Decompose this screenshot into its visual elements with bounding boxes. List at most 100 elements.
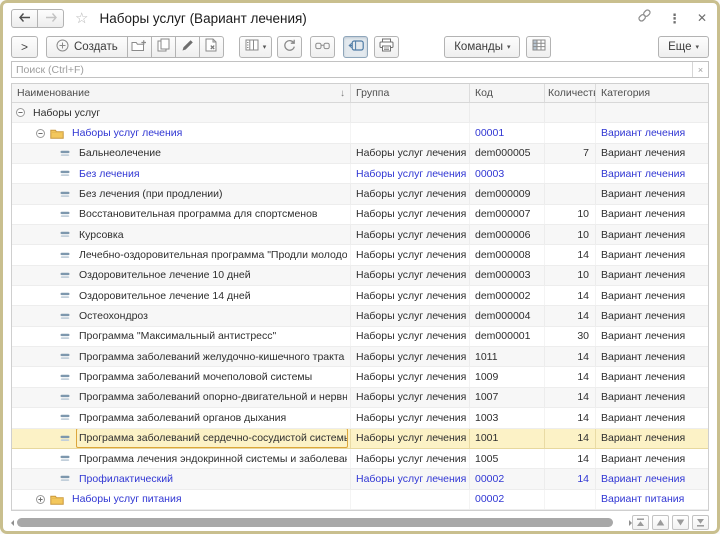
quantity-cell[interactable]: 14 <box>545 347 596 366</box>
quantity-cell[interactable]: 10 <box>545 225 596 244</box>
back-button[interactable] <box>11 9 38 28</box>
code-cell[interactable]: dem000005 <box>470 144 545 163</box>
group-cell[interactable] <box>351 490 470 509</box>
category-cell[interactable]: Вариант лечения <box>596 266 708 285</box>
table-row[interactable]: Наборы услуг лечения 00001 Вариант лечения <box>12 123 708 143</box>
table-row[interactable]: Программа заболеваний опорно-двигательно… <box>12 388 708 408</box>
table-settings-button[interactable] <box>526 36 551 58</box>
category-cell[interactable]: Вариант лечения <box>596 327 708 346</box>
category-cell[interactable]: Вариант лечения <box>596 286 708 305</box>
find-button[interactable] <box>310 36 335 58</box>
table-row[interactable]: Наборы услуг питания 00002 Вариант питания <box>12 490 708 510</box>
code-cell[interactable]: dem000003 <box>470 266 545 285</box>
category-cell[interactable]: Вариант лечения <box>596 184 708 203</box>
search-clear-button[interactable]: × <box>692 62 708 77</box>
code-cell[interactable]: dem000007 <box>470 205 545 224</box>
quantity-cell[interactable]: 14 <box>545 388 596 407</box>
quantity-cell[interactable]: 7 <box>545 144 596 163</box>
name-cell[interactable]: Программа лечения эндокринной системы и … <box>12 449 351 468</box>
category-cell[interactable]: Вариант лечения <box>596 306 708 325</box>
category-cell[interactable]: Вариант лечения <box>596 164 708 183</box>
table-row[interactable]: Программа заболеваний органов дыханияНаб… <box>12 408 708 428</box>
quantity-cell[interactable] <box>545 184 596 203</box>
category-cell[interactable]: Вариант лечения <box>596 388 708 407</box>
name-cell[interactable]: Наборы услуг лечения <box>12 123 351 142</box>
group-cell[interactable]: Наборы услуг лечения <box>351 266 470 285</box>
quantity-cell[interactable]: 14 <box>545 306 596 325</box>
scroll-down-button[interactable] <box>672 515 689 530</box>
code-cell[interactable]: dem000002 <box>470 286 545 305</box>
group-cell[interactable]: Наборы услуг лечения <box>351 367 470 386</box>
code-cell[interactable]: 00002 <box>470 469 545 488</box>
table-row[interactable]: Программа лечения эндокринной системы и … <box>12 449 708 469</box>
create-button[interactable]: Создать <box>46 36 128 58</box>
code-cell[interactable]: 1007 <box>470 388 545 407</box>
scrollbar-thumb[interactable] <box>17 518 613 527</box>
table-row[interactable]: ОстеохондрозНаборы услуг леченияdem00000… <box>12 306 708 326</box>
category-cell[interactable]: Вариант лечения <box>596 225 708 244</box>
horizontal-scrollbar[interactable] <box>17 517 626 528</box>
code-cell[interactable]: 00003 <box>470 164 545 183</box>
expand-plus-icon[interactable] <box>36 495 45 504</box>
delete-button[interactable] <box>199 36 224 58</box>
name-cell[interactable]: Лечебно-оздоровительная программа "Продл… <box>12 245 351 264</box>
goto-first-button[interactable] <box>632 515 649 530</box>
table-row[interactable]: Восстановительная программа для спортсме… <box>12 205 708 225</box>
collapse-minus-icon[interactable] <box>36 129 45 138</box>
group-cell[interactable]: Наборы услуг лечения <box>351 205 470 224</box>
table-row[interactable]: БальнеолечениеНаборы услуг леченияdem000… <box>12 144 708 164</box>
table-row[interactable]: Оздоровительное лечение 14 днейНаборы ус… <box>12 286 708 306</box>
name-cell[interactable]: Оздоровительное лечение 10 дней <box>12 266 351 285</box>
name-cell[interactable]: Наборы услуг питания <box>12 490 351 509</box>
table-row[interactable]: Без лечения (при продлении)Наборы услуг … <box>12 184 708 204</box>
category-cell[interactable]: Вариант лечения <box>596 123 708 142</box>
code-cell[interactable]: dem000009 <box>470 184 545 203</box>
name-cell[interactable]: Наборы услуг <box>12 103 351 122</box>
group-cell[interactable]: Наборы услуг лечения <box>351 429 470 448</box>
quantity-cell[interactable]: 14 <box>545 245 596 264</box>
code-cell[interactable]: 00002 <box>470 490 545 509</box>
group-cell[interactable]: Наборы услуг лечения <box>351 327 470 346</box>
quantity-cell[interactable]: 14 <box>545 449 596 468</box>
goto-last-button[interactable] <box>692 515 709 530</box>
group-cell[interactable]: Наборы услуг лечения <box>351 306 470 325</box>
edit-button[interactable] <box>175 36 200 58</box>
category-cell[interactable]: Вариант лечения <box>596 367 708 386</box>
quantity-cell[interactable]: 10 <box>545 205 596 224</box>
copy-button[interactable] <box>151 36 176 58</box>
name-cell[interactable]: Остеохондроз <box>12 306 351 325</box>
table-row[interactable]: Программа заболеваний желудочно-кишечног… <box>12 347 708 367</box>
column-header-name[interactable]: Наименование ↓ <box>12 84 351 102</box>
table-row[interactable]: Наборы услуг <box>12 103 708 123</box>
quantity-cell[interactable]: 30 <box>545 327 596 346</box>
commands-button[interactable]: Команды ▾ <box>444 36 520 58</box>
table-row[interactable]: Программа "Максимальный антистресс"Набор… <box>12 327 708 347</box>
collapse-minus-icon[interactable] <box>16 108 25 117</box>
quantity-cell[interactable] <box>545 164 596 183</box>
name-cell[interactable]: Профилактический <box>12 469 351 488</box>
code-cell[interactable]: dem000008 <box>470 245 545 264</box>
group-cell[interactable]: Наборы услуг лечения <box>351 225 470 244</box>
name-cell[interactable]: Без лечения <box>12 164 351 183</box>
group-cell[interactable] <box>351 103 470 122</box>
print-button[interactable] <box>374 36 399 58</box>
category-cell[interactable]: Вариант питания <box>596 490 708 509</box>
column-header-quantity[interactable]: Количество <box>545 84 596 102</box>
name-cell[interactable]: Без лечения (при продлении) <box>12 184 351 203</box>
column-header-code[interactable]: Код <box>470 84 545 102</box>
quantity-cell[interactable] <box>545 490 596 509</box>
quantity-cell[interactable]: 14 <box>545 286 596 305</box>
name-cell[interactable]: Программа заболеваний органов дыхания <box>12 408 351 427</box>
table-row[interactable]: Программа заболеваний сердечно-сосудисто… <box>12 429 708 449</box>
code-cell[interactable]: dem000001 <box>470 327 545 346</box>
quantity-cell[interactable]: 14 <box>545 367 596 386</box>
code-cell[interactable]: 1003 <box>470 408 545 427</box>
code-cell[interactable]: 00001 <box>470 123 545 142</box>
favorites-star-icon[interactable]: ☆ <box>75 11 88 26</box>
code-cell[interactable]: 1001 <box>470 429 545 448</box>
table-row[interactable]: Без леченияНаборы услуг лечения00003Вари… <box>12 164 708 184</box>
quantity-cell[interactable]: 14 <box>545 469 596 488</box>
create-group-button[interactable] <box>127 36 152 58</box>
name-cell[interactable]: Программа "Максимальный антистресс" <box>12 327 351 346</box>
table-row[interactable]: КурсовкаНаборы услуг леченияdem00000610В… <box>12 225 708 245</box>
